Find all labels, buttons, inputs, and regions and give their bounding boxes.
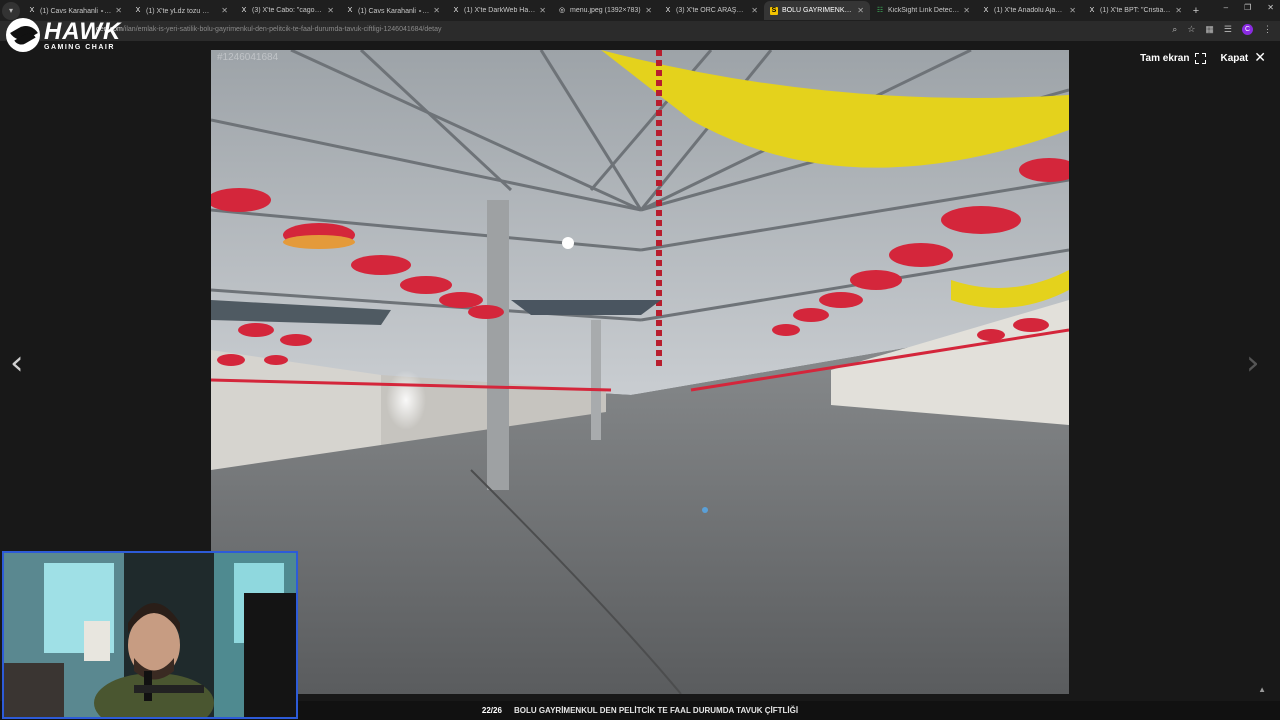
- hawk-logo-icon: [6, 18, 40, 52]
- tab-close-icon[interactable]: ✕: [645, 6, 652, 15]
- x-icon: X: [241, 6, 247, 14]
- url-field[interactable]: den.com/ilan/emlak-is-yeri-satilik-bolu-…: [96, 26, 442, 33]
- tab-close-icon[interactable]: ✕: [1069, 6, 1076, 15]
- menu-kebab-icon[interactable]: ⋮: [1263, 24, 1272, 35]
- image-caption: BOLU GAYRİMENKUL DEN PELİTCİK TE FAAL DU…: [513, 706, 799, 715]
- browser-tab[interactable]: X (3) X'te Cabo: "cago yüzü✕: [234, 1, 340, 20]
- browser-tab[interactable]: X (1) Cavs Karahanli ∘ (@ka ✕: [340, 1, 446, 20]
- fullscreen-button[interactable]: Tam ekran: [1140, 52, 1207, 64]
- tab-close-icon[interactable]: ✕: [539, 6, 546, 15]
- browser-tab[interactable]: X (3) X'te ORC ARAŞTIRMA✕: [658, 1, 764, 20]
- profile-avatar[interactable]: C: [1242, 24, 1253, 35]
- x-icon: X: [453, 6, 459, 14]
- x-icon: X: [665, 6, 671, 14]
- x-icon: X: [347, 6, 353, 14]
- x-icon: X: [983, 6, 989, 14]
- tab-close-icon[interactable]: ✕: [433, 6, 440, 15]
- tab-search-icon[interactable]: ▾: [2, 1, 20, 20]
- tab-close-icon[interactable]: ✕: [963, 6, 970, 15]
- x-icon: X: [1089, 6, 1095, 14]
- browser-tab[interactable]: ◎ menu.jpeg (1392×783) ✕: [552, 1, 658, 20]
- url-path: /ilan/emlak-is-yeri-satilik-bolu-gayrime…: [122, 26, 442, 33]
- tab-label: menu.jpeg (1392×783): [570, 7, 641, 14]
- tab-label: (1) X'te BPT: "Cristiano Ro: [1100, 7, 1172, 14]
- browser-tab[interactable]: X (1) X'te yLdz tozu 👁 "Ar ✕: [128, 1, 234, 20]
- listing-photo: #1246041684: [211, 50, 1069, 694]
- tab-strip: ▾ X (1) Cavs Karahanli ∘ (@ka ✕ X (1) X'te y…: [0, 0, 1280, 21]
- tab-label: (1) Cavs Karahanli ∘ (@ka: [358, 7, 429, 15]
- browser-tab[interactable]: X (1) X'te BPT: "Cristiano Ro✕: [1082, 1, 1188, 20]
- tab-label: KickSight Link Detector: [888, 7, 960, 14]
- browser-tab[interactable]: ☷ KickSight Link Detector ✕: [870, 1, 976, 20]
- browser-tab[interactable]: X (1) X'te Anadolu Ajansı " ✕: [976, 1, 1082, 20]
- tab-close-icon[interactable]: ✕: [857, 6, 864, 15]
- window-close-button[interactable]: ✕: [1267, 3, 1274, 12]
- zoom-icon[interactable]: ⌕: [1172, 24, 1177, 35]
- logo-brand: HAWK: [44, 17, 122, 45]
- new-tab-button[interactable]: +: [1188, 5, 1204, 17]
- tab-close-icon[interactable]: ✕: [115, 6, 122, 15]
- extensions-icon[interactable]: ▦: [1205, 24, 1214, 35]
- next-image-button[interactable]: ›: [1246, 346, 1260, 380]
- webcam-overlay: [2, 551, 298, 719]
- tab-label: (1) X'te Anadolu Ajansı ": [994, 7, 1066, 14]
- tab-label: (3) X'te Cabo: "cago yüzü: [252, 7, 324, 14]
- browser-tab[interactable]: S BOLU GAYRİMENKUL DE✕: [764, 1, 870, 20]
- address-icons: ⌕ ☆ ▦ ☰ C ⋮: [1172, 24, 1272, 35]
- minimize-button[interactable]: –: [1224, 3, 1228, 12]
- x-icon: X: [135, 6, 141, 14]
- globe-icon: ◎: [558, 6, 566, 14]
- tab-label: (3) X'te ORC ARAŞTIRMA: [676, 7, 748, 14]
- bookmark-star-icon[interactable]: ☆: [1187, 24, 1195, 35]
- previous-image-button[interactable]: ‹: [10, 346, 24, 380]
- x-icon: X: [29, 6, 35, 14]
- close-viewer-button[interactable]: Kapat ✕: [1220, 51, 1266, 65]
- poultry-barn-photo: [211, 50, 1069, 694]
- hawk-logo: HAWK GAMING CHAIR: [6, 18, 121, 52]
- logo-tagline: GAMING CHAIR: [44, 43, 115, 51]
- fullscreen-icon: [1195, 52, 1207, 64]
- address-bar: den.com/ilan/emlak-is-yeri-satilik-bolu-…: [0, 21, 1280, 41]
- tab-close-icon[interactable]: ✕: [751, 6, 758, 15]
- browser-tab[interactable]: X (1) X'te DarkWeb Haber" ✕: [446, 1, 552, 20]
- media-icon[interactable]: ☰: [1224, 24, 1232, 35]
- viewer-actions: Tam ekran Kapat ✕: [1140, 51, 1266, 65]
- tab-label: (1) X'te DarkWeb Haber": [464, 7, 536, 14]
- window-controls: – ❐ ✕: [1224, 3, 1274, 12]
- fullscreen-label: Tam ekran: [1140, 52, 1190, 64]
- tab-label: (1) Cavs Karahanli ∘ (@ka: [40, 7, 111, 15]
- tab-close-icon[interactable]: ✕: [1175, 6, 1182, 15]
- scroll-up-icon[interactable]: ▲: [1258, 685, 1266, 694]
- kick-icon: ☷: [876, 6, 884, 14]
- tab-close-icon[interactable]: ✕: [221, 6, 228, 15]
- tab-list: X (1) Cavs Karahanli ∘ (@ka ✕ X (1) X'te yLd…: [22, 1, 1188, 20]
- image-counter: 22/26: [481, 706, 502, 715]
- s-icon: S: [770, 6, 778, 15]
- close-label: Kapat: [1220, 52, 1249, 64]
- tab-close-icon[interactable]: ✕: [327, 6, 334, 15]
- tab-label: BOLU GAYRİMENKUL DE: [782, 7, 854, 14]
- listing-id-watermark: #1246041684: [217, 52, 279, 63]
- restore-button[interactable]: ❐: [1244, 3, 1251, 12]
- close-icon: ✕: [1254, 50, 1266, 66]
- streamer-webcam-image: [4, 553, 296, 717]
- tab-label: (1) X'te yLdz tozu 👁 "Ar: [146, 7, 218, 15]
